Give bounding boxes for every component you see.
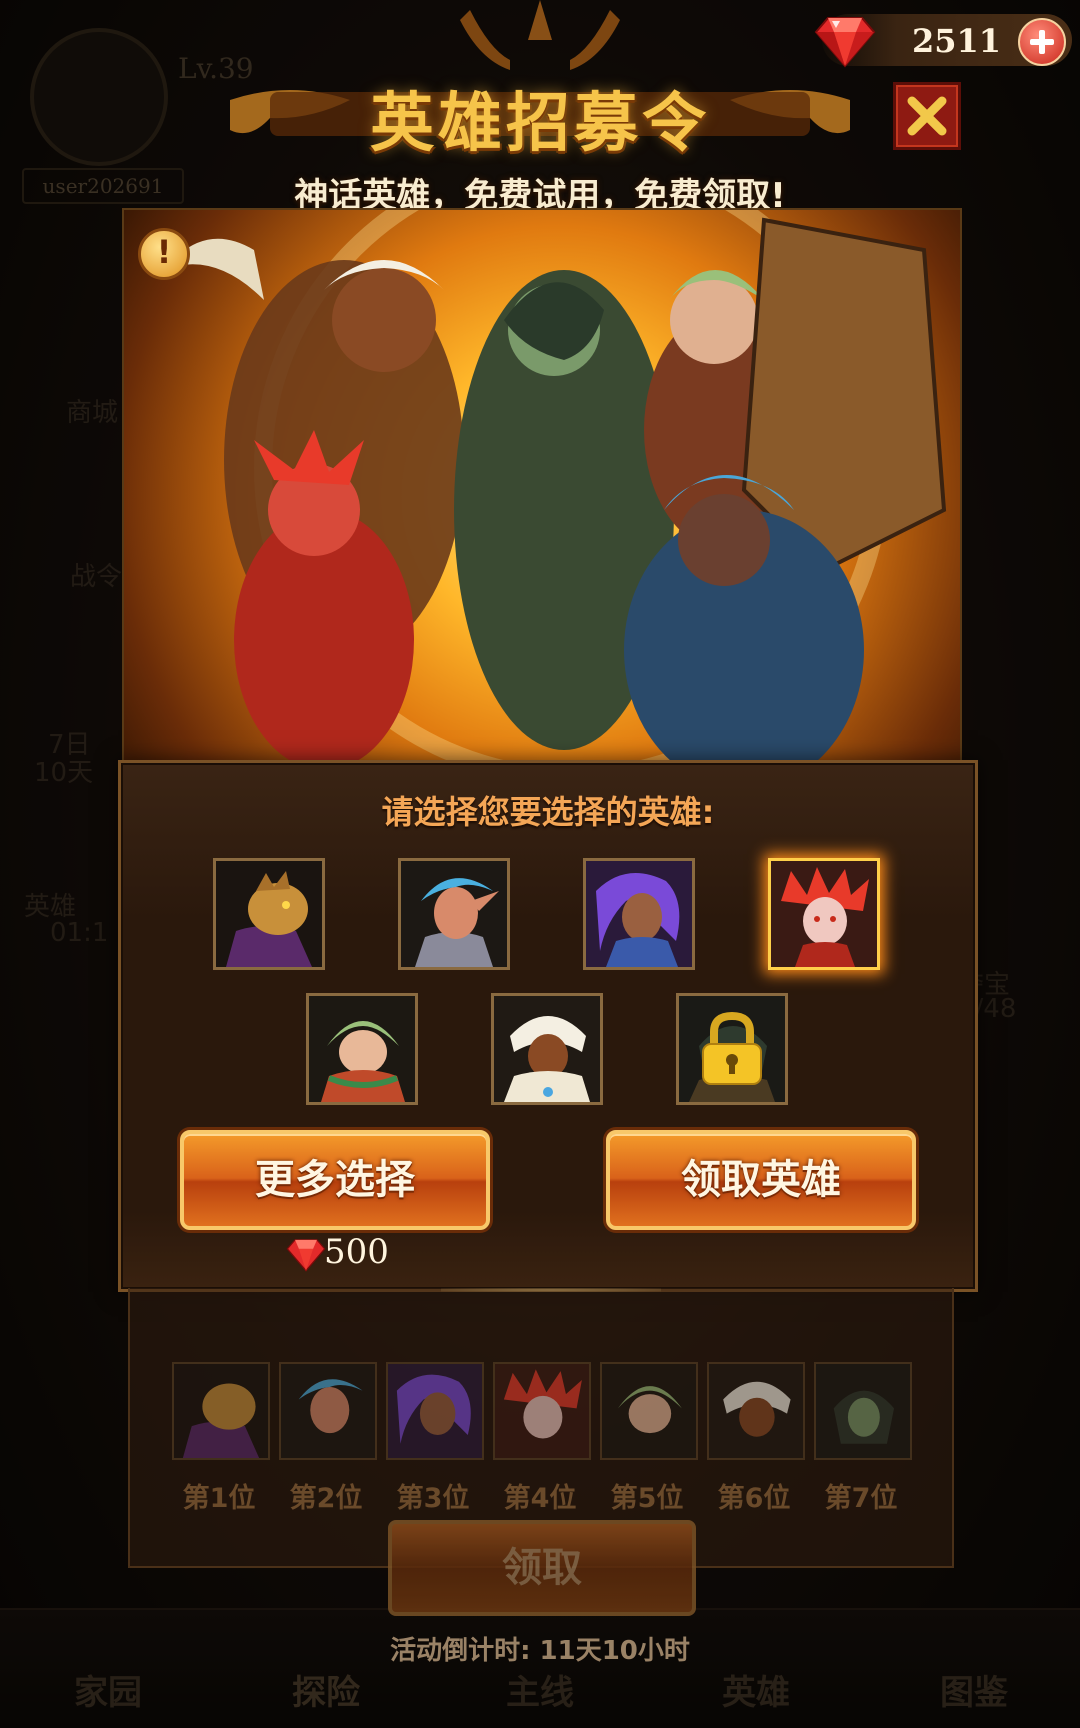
rank-slot-7 (814, 1362, 912, 1460)
hero-choice-purple-sorceress[interactable] (583, 858, 695, 970)
white-turban-portrait (709, 1364, 803, 1458)
rank-label-5: 第5位 (610, 1483, 684, 1514)
rank-label-4: 第4位 (503, 1483, 577, 1514)
red-dragon-maiden-portrait (771, 861, 877, 967)
plus-icon[interactable] (1018, 18, 1066, 66)
rank-label-1: 第1位 (182, 1483, 256, 1514)
rank-slot-2 (279, 1362, 377, 1460)
rank-slot-4 (493, 1362, 591, 1460)
gem-currency-bar: 2511 (814, 14, 1072, 68)
hero-choice-white-turban[interactable] (491, 993, 603, 1105)
select-prompt: 请选择您要选择的英雄: (381, 793, 715, 831)
rank-label-2: 第2位 (289, 1483, 363, 1514)
event-countdown: 活动倒计时: 11天10小时 (390, 1636, 690, 1666)
blue-haired-elf-portrait (281, 1364, 375, 1458)
purple-sorceress-portrait (586, 861, 692, 967)
dragon-warrior-portrait (216, 861, 322, 967)
dragon-warrior-portrait (174, 1364, 268, 1458)
claim-hero-button[interactable]: 领取英雄 (606, 1130, 916, 1230)
blue-haired-elf-portrait (401, 861, 507, 967)
rank-slot-3 (386, 1362, 484, 1460)
info-icon[interactable] (138, 228, 190, 280)
hero-choice-locked[interactable] (676, 993, 788, 1105)
rank-label-6: 第6位 (717, 1483, 791, 1514)
close-button[interactable] (893, 82, 961, 150)
more-choices-button[interactable]: 更多选择 (180, 1130, 490, 1230)
rank-label-3: 第3位 (396, 1483, 470, 1514)
red-dragon-maiden-portrait (495, 1364, 589, 1458)
rank-slot-6 (707, 1362, 805, 1460)
claim-reward-button[interactable]: 领取 (388, 1520, 696, 1616)
hero-choice-dragon-warrior[interactable] (213, 858, 325, 970)
banner-heroes-illustration (164, 217, 947, 762)
cost-value: 500 (324, 1232, 389, 1272)
white-turban-portrait (494, 996, 600, 1102)
lock-icon (702, 1011, 762, 1085)
green-haired-elder-portrait (602, 1364, 696, 1458)
rank-slot-1 (172, 1362, 270, 1460)
green-elf-portrait (816, 1364, 910, 1458)
hero-choice-blue-haired-elf[interactable] (398, 858, 510, 970)
rank-label-7: 第7位 (824, 1483, 898, 1514)
hero-choice-red-dragon-maiden[interactable] (768, 858, 880, 970)
hero-choice-green-haired-elder[interactable] (306, 993, 418, 1105)
gem-count: 2511 (912, 22, 1002, 60)
close-icon (907, 96, 947, 136)
rank-slot-5 (600, 1362, 698, 1460)
hero-banner-art (122, 208, 962, 764)
green-haired-elder-portrait (309, 996, 415, 1102)
purple-sorceress-portrait (388, 1364, 482, 1458)
gem-icon (286, 1239, 326, 1272)
